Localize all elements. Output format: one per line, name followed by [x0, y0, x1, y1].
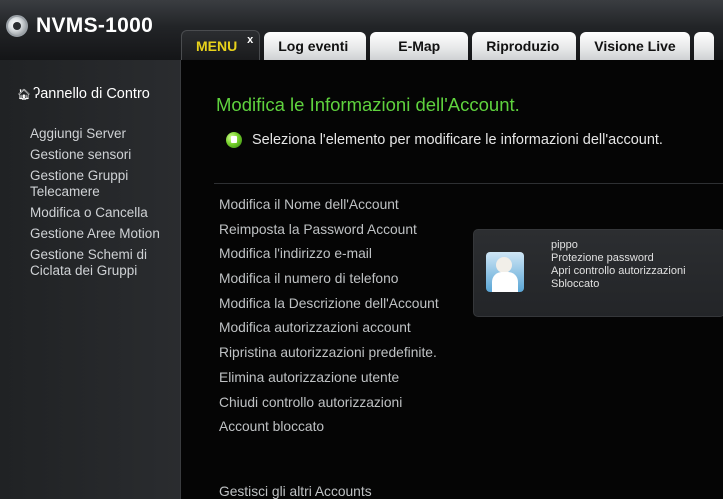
home-icon: 🏠︎: [17, 89, 31, 101]
tab-e-map[interactable]: E-Map: [370, 32, 469, 60]
user-avatar-icon: [486, 252, 524, 292]
user-name: pippo: [551, 239, 578, 251]
tab-menu[interactable]: MENU x: [181, 30, 261, 60]
app-title: NVMS-1000: [36, 14, 154, 37]
option-modifica-descrizione[interactable]: Modifica la Descrizione dell'Account: [219, 292, 439, 317]
page-title: Modifica le Informazioni dell'Account.: [216, 94, 520, 115]
user-card[interactable]: pippo Protezione password Apri controllo…: [473, 229, 723, 317]
sidebar-header-label: ʔannello di Contro: [32, 86, 150, 102]
divider: [214, 183, 723, 184]
tab-bar: MENU x Log eventi E-Map Riproduzio Visio…: [181, 30, 718, 60]
subtitle-text: Seleziona l'elemento per modificare le i…: [252, 132, 663, 148]
sidebar-item-gestione-gruppi-telecamere[interactable]: Gestione Gruppi Telecamere: [30, 168, 180, 200]
option-ripristina-autorizzazioni[interactable]: Ripristina autorizzazioni predefinite.: [219, 341, 439, 366]
sidebar-list: Aggiungi Server Gestione sensori Gestion…: [30, 126, 180, 284]
tab-riproduzione[interactable]: Riproduzio: [472, 32, 577, 60]
option-modifica-telefono[interactable]: Modifica il numero di telefono: [219, 267, 439, 292]
option-modifica-nome[interactable]: Modifica il Nome dell'Account: [219, 193, 439, 218]
tab-riproduzione-label: Riproduzio: [486, 38, 560, 54]
title-bar: NVMS-1000 MENU x Log eventi E-Map Riprod…: [0, 0, 723, 60]
manage-accounts-link[interactable]: Gestisci gli altri Accounts: [219, 484, 372, 499]
user-password-status: Protezione password: [551, 252, 654, 264]
main-panel: Modifica le Informazioni dell'Account. S…: [181, 60, 723, 499]
option-chiudi-controllo[interactable]: Chiudi controllo autorizzazioni: [219, 391, 439, 416]
close-tab-icon[interactable]: x: [247, 34, 253, 46]
page-subtitle: Seleziona l'elemento per modificare le i…: [226, 132, 663, 148]
tab-overflow[interactable]: [694, 32, 715, 60]
user-permission-status: Apri controllo autorizzazioni: [551, 265, 686, 277]
tab-visione-live[interactable]: Visione Live: [580, 32, 691, 60]
option-elimina-autorizzazione[interactable]: Elimina autorizzazione utente: [219, 366, 439, 391]
sidebar-item-gestione-aree-motion[interactable]: Gestione Aree Motion: [30, 226, 180, 242]
sidebar-item-gestione-sensori[interactable]: Gestione sensori: [30, 147, 180, 163]
tab-e-map-label: E-Map: [398, 38, 441, 54]
tab-log-eventi-label: Log eventi: [278, 38, 349, 54]
option-account-bloccato[interactable]: Account bloccato: [219, 415, 439, 440]
option-modifica-autorizzazioni[interactable]: Modifica autorizzazioni account: [219, 316, 439, 341]
sidebar: 🏠︎ ʔannello di Contro Aggiungi Server Ges…: [0, 60, 181, 499]
sidebar-header[interactable]: 🏠︎ ʔannello di Contro: [17, 86, 177, 102]
user-card-details: pippo Protezione password Apri controllo…: [551, 239, 686, 291]
tab-log-eventi[interactable]: Log eventi: [264, 32, 367, 60]
sidebar-item-modifica-cancella[interactable]: Modifica o Cancella: [30, 205, 180, 221]
tab-menu-label: MENU: [196, 37, 238, 54]
app-logo: NVMS-1000: [6, 9, 153, 43]
option-reimposta-password[interactable]: Reimposta la Password Account: [219, 218, 439, 243]
info-bullet-icon: [226, 132, 242, 148]
tab-visione-live-label: Visione Live: [594, 38, 676, 54]
option-modifica-email[interactable]: Modifica l'indirizzo e-mail: [219, 242, 439, 267]
camera-logo-icon: [6, 15, 28, 37]
user-lock-status: Sbloccato: [551, 278, 600, 290]
sidebar-item-aggiungi-server[interactable]: Aggiungi Server: [30, 126, 180, 142]
sidebar-item-gestione-schemi-ciclata[interactable]: Gestione Schemi di Ciclata dei Gruppi: [30, 247, 180, 279]
account-options-list: Modifica il Nome dell'Account Reimposta …: [219, 193, 439, 440]
